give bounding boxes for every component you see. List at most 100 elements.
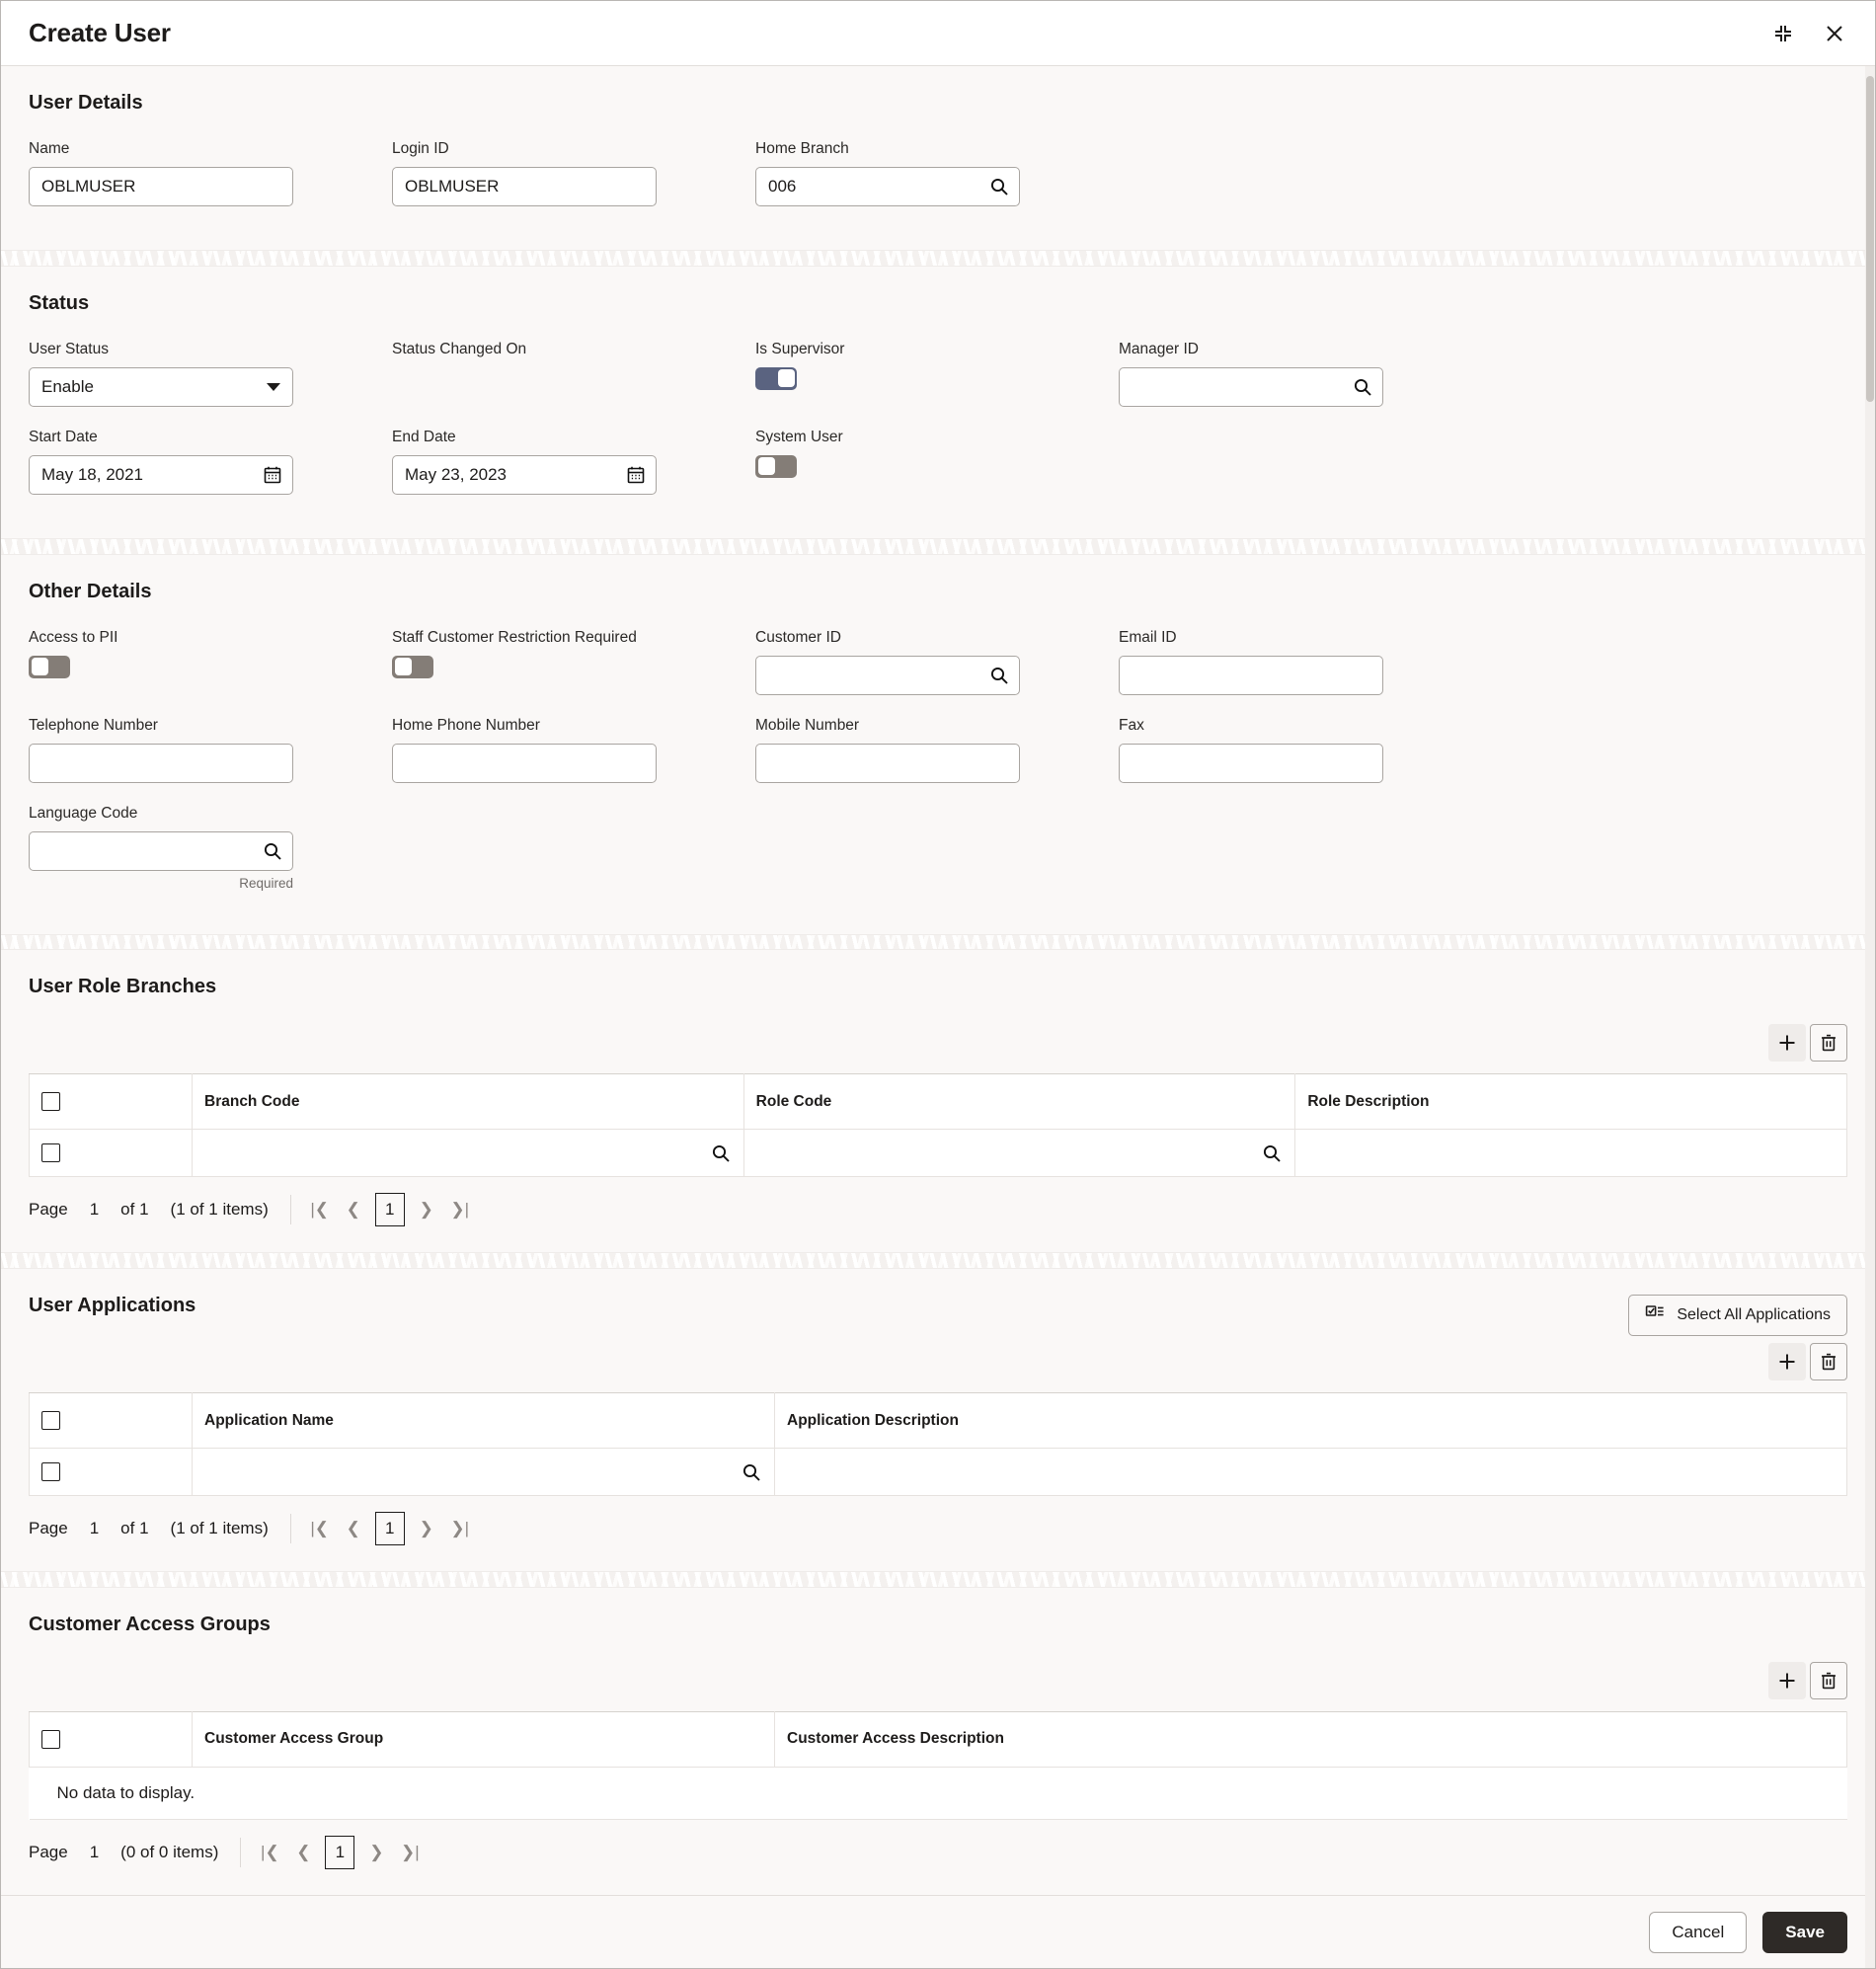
manager-id-input[interactable] xyxy=(1119,366,1383,407)
search-icon[interactable] xyxy=(262,840,283,862)
section-title-user-applications: User Applications xyxy=(29,1295,196,1317)
language-code-input[interactable] xyxy=(29,830,293,871)
login-id-input[interactable] xyxy=(392,167,657,206)
pager-first-button[interactable]: |❮ xyxy=(303,1193,337,1226)
select-all-applications-button[interactable]: Select All Applications xyxy=(1628,1295,1847,1337)
pager-last-button[interactable]: ❯| xyxy=(443,1193,477,1226)
pager-label: Page xyxy=(29,1200,68,1220)
fax-input[interactable] xyxy=(1119,743,1383,783)
pager-current-page[interactable]: 1 xyxy=(374,1193,405,1227)
toggle-knob xyxy=(394,658,412,676)
pager-current-page[interactable]: 1 xyxy=(325,1835,355,1869)
row-checkbox[interactable] xyxy=(41,1143,60,1163)
save-button[interactable]: Save xyxy=(1762,1911,1847,1953)
section-divider-3 xyxy=(1,933,1875,951)
field-system-user: System User xyxy=(755,429,1119,516)
pager-separator xyxy=(289,1514,291,1544)
pager-first-button[interactable]: |❮ xyxy=(303,1512,337,1545)
start-date-input[interactable] xyxy=(29,454,293,495)
select-all-checkbox[interactable] xyxy=(41,1729,60,1749)
select-all-checkbox[interactable] xyxy=(41,1411,60,1431)
pager-current-page[interactable]: 1 xyxy=(374,1512,405,1546)
pager-last-button[interactable]: ❯| xyxy=(393,1836,427,1869)
user-status-select[interactable]: Enable xyxy=(29,366,293,407)
label-customer-id: Customer ID xyxy=(755,628,841,646)
toggle-knob xyxy=(31,658,48,676)
pager-first-button[interactable]: |❮ xyxy=(253,1836,286,1869)
pager-prev-button[interactable]: ❮ xyxy=(286,1836,320,1869)
titlebar-actions xyxy=(1768,19,1849,48)
add-row-button[interactable] xyxy=(1768,1024,1806,1063)
search-icon[interactable] xyxy=(988,176,1010,197)
table-body: No data to display. xyxy=(29,1766,1847,1820)
label-language-code: Language Code xyxy=(29,804,138,822)
label-end-date: End Date xyxy=(392,428,456,445)
field-telephone-number: Telephone Number xyxy=(29,717,392,805)
select-all-checkbox[interactable] xyxy=(41,1092,60,1112)
telephone-number-input[interactable] xyxy=(29,743,293,783)
collapse-icon[interactable] xyxy=(1768,19,1798,48)
customer-id-input[interactable] xyxy=(755,655,1020,695)
table-head: Customer Access Group Customer Access De… xyxy=(29,1710,1847,1768)
user-status-value: Enable xyxy=(41,376,94,396)
col-application-name: Application Name xyxy=(192,1392,775,1450)
section-divider-5 xyxy=(1,1571,1875,1588)
row-checkbox[interactable] xyxy=(41,1462,60,1482)
close-icon[interactable] xyxy=(1820,19,1849,48)
home-branch-input[interactable] xyxy=(755,167,1020,206)
language-code-helper: Required xyxy=(239,875,293,891)
calendar-icon[interactable] xyxy=(262,464,283,486)
user-details-grid: Name Login ID Home Branch xyxy=(29,140,1847,228)
label-is-supervisor: Is Supervisor xyxy=(755,340,845,357)
pager-page-number: 1 xyxy=(89,1519,100,1538)
cell-application-name[interactable] xyxy=(192,1448,775,1497)
add-row-button[interactable] xyxy=(1768,1343,1806,1381)
user-applications-table: Application Name Application Description xyxy=(29,1392,1847,1497)
cell-branch-code[interactable] xyxy=(192,1129,744,1178)
field-email-id: Email ID xyxy=(1119,629,1482,717)
pager-last-button[interactable]: ❯| xyxy=(443,1512,477,1545)
end-date-input-wrap xyxy=(392,454,657,495)
mobile-number-input-wrap xyxy=(755,743,1020,783)
pager-next-button[interactable]: ❯ xyxy=(410,1512,443,1545)
user-role-branches-toolbar xyxy=(29,1024,1847,1063)
search-icon[interactable] xyxy=(988,665,1010,686)
scrollbar-thumb[interactable] xyxy=(1866,76,1874,402)
search-icon[interactable] xyxy=(1352,376,1373,398)
pager-of: of 1 xyxy=(120,1519,149,1538)
system-user-toggle[interactable] xyxy=(755,454,797,478)
customer-access-groups-pager: Page 1 (0 of 0 items) |❮ ❮ 1 ❯ ❯| xyxy=(29,1820,1847,1873)
table-header-row: Application Name Application Description xyxy=(29,1392,1847,1450)
cell-role-code[interactable] xyxy=(743,1129,1296,1178)
scrollbar-track[interactable] xyxy=(1865,66,1875,1968)
other-details-grid: Access to PII Staff Customer Restriction… xyxy=(29,629,1847,912)
mobile-number-input[interactable] xyxy=(755,743,1020,783)
pager-next-button[interactable]: ❯ xyxy=(359,1836,393,1869)
select-all-applications-label: Select All Applications xyxy=(1677,1306,1831,1324)
email-field[interactable] xyxy=(1119,655,1383,695)
section-title-customer-access-groups: Customer Access Groups xyxy=(29,1613,271,1635)
table-row xyxy=(29,1448,1847,1497)
pager-prev-button[interactable]: ❮ xyxy=(337,1193,370,1226)
end-date-input[interactable] xyxy=(392,454,657,495)
pager-prev-button[interactable]: ❮ xyxy=(337,1512,370,1545)
delete-row-button[interactable] xyxy=(1810,1661,1847,1699)
label-user-status: User Status xyxy=(29,340,109,357)
field-status-changed-on: Status Changed On xyxy=(392,341,755,429)
label-telephone-number: Telephone Number xyxy=(29,716,158,734)
pager-next-button[interactable]: ❯ xyxy=(410,1193,443,1226)
search-icon[interactable] xyxy=(1261,1142,1283,1164)
cancel-button[interactable]: Cancel xyxy=(1649,1911,1748,1953)
access-to-pii-toggle[interactable] xyxy=(29,655,70,678)
search-icon[interactable] xyxy=(741,1461,762,1483)
is-supervisor-toggle[interactable] xyxy=(755,366,797,390)
add-row-button[interactable] xyxy=(1768,1661,1806,1699)
calendar-icon[interactable] xyxy=(625,464,647,486)
home-phone-number-input[interactable] xyxy=(392,743,657,783)
staff-customer-restriction-toggle[interactable] xyxy=(392,655,433,678)
delete-row-button[interactable] xyxy=(1810,1343,1847,1381)
search-icon[interactable] xyxy=(710,1142,732,1164)
name-input[interactable] xyxy=(29,167,293,206)
pager-separator xyxy=(289,1195,291,1225)
delete-row-button[interactable] xyxy=(1810,1024,1847,1063)
